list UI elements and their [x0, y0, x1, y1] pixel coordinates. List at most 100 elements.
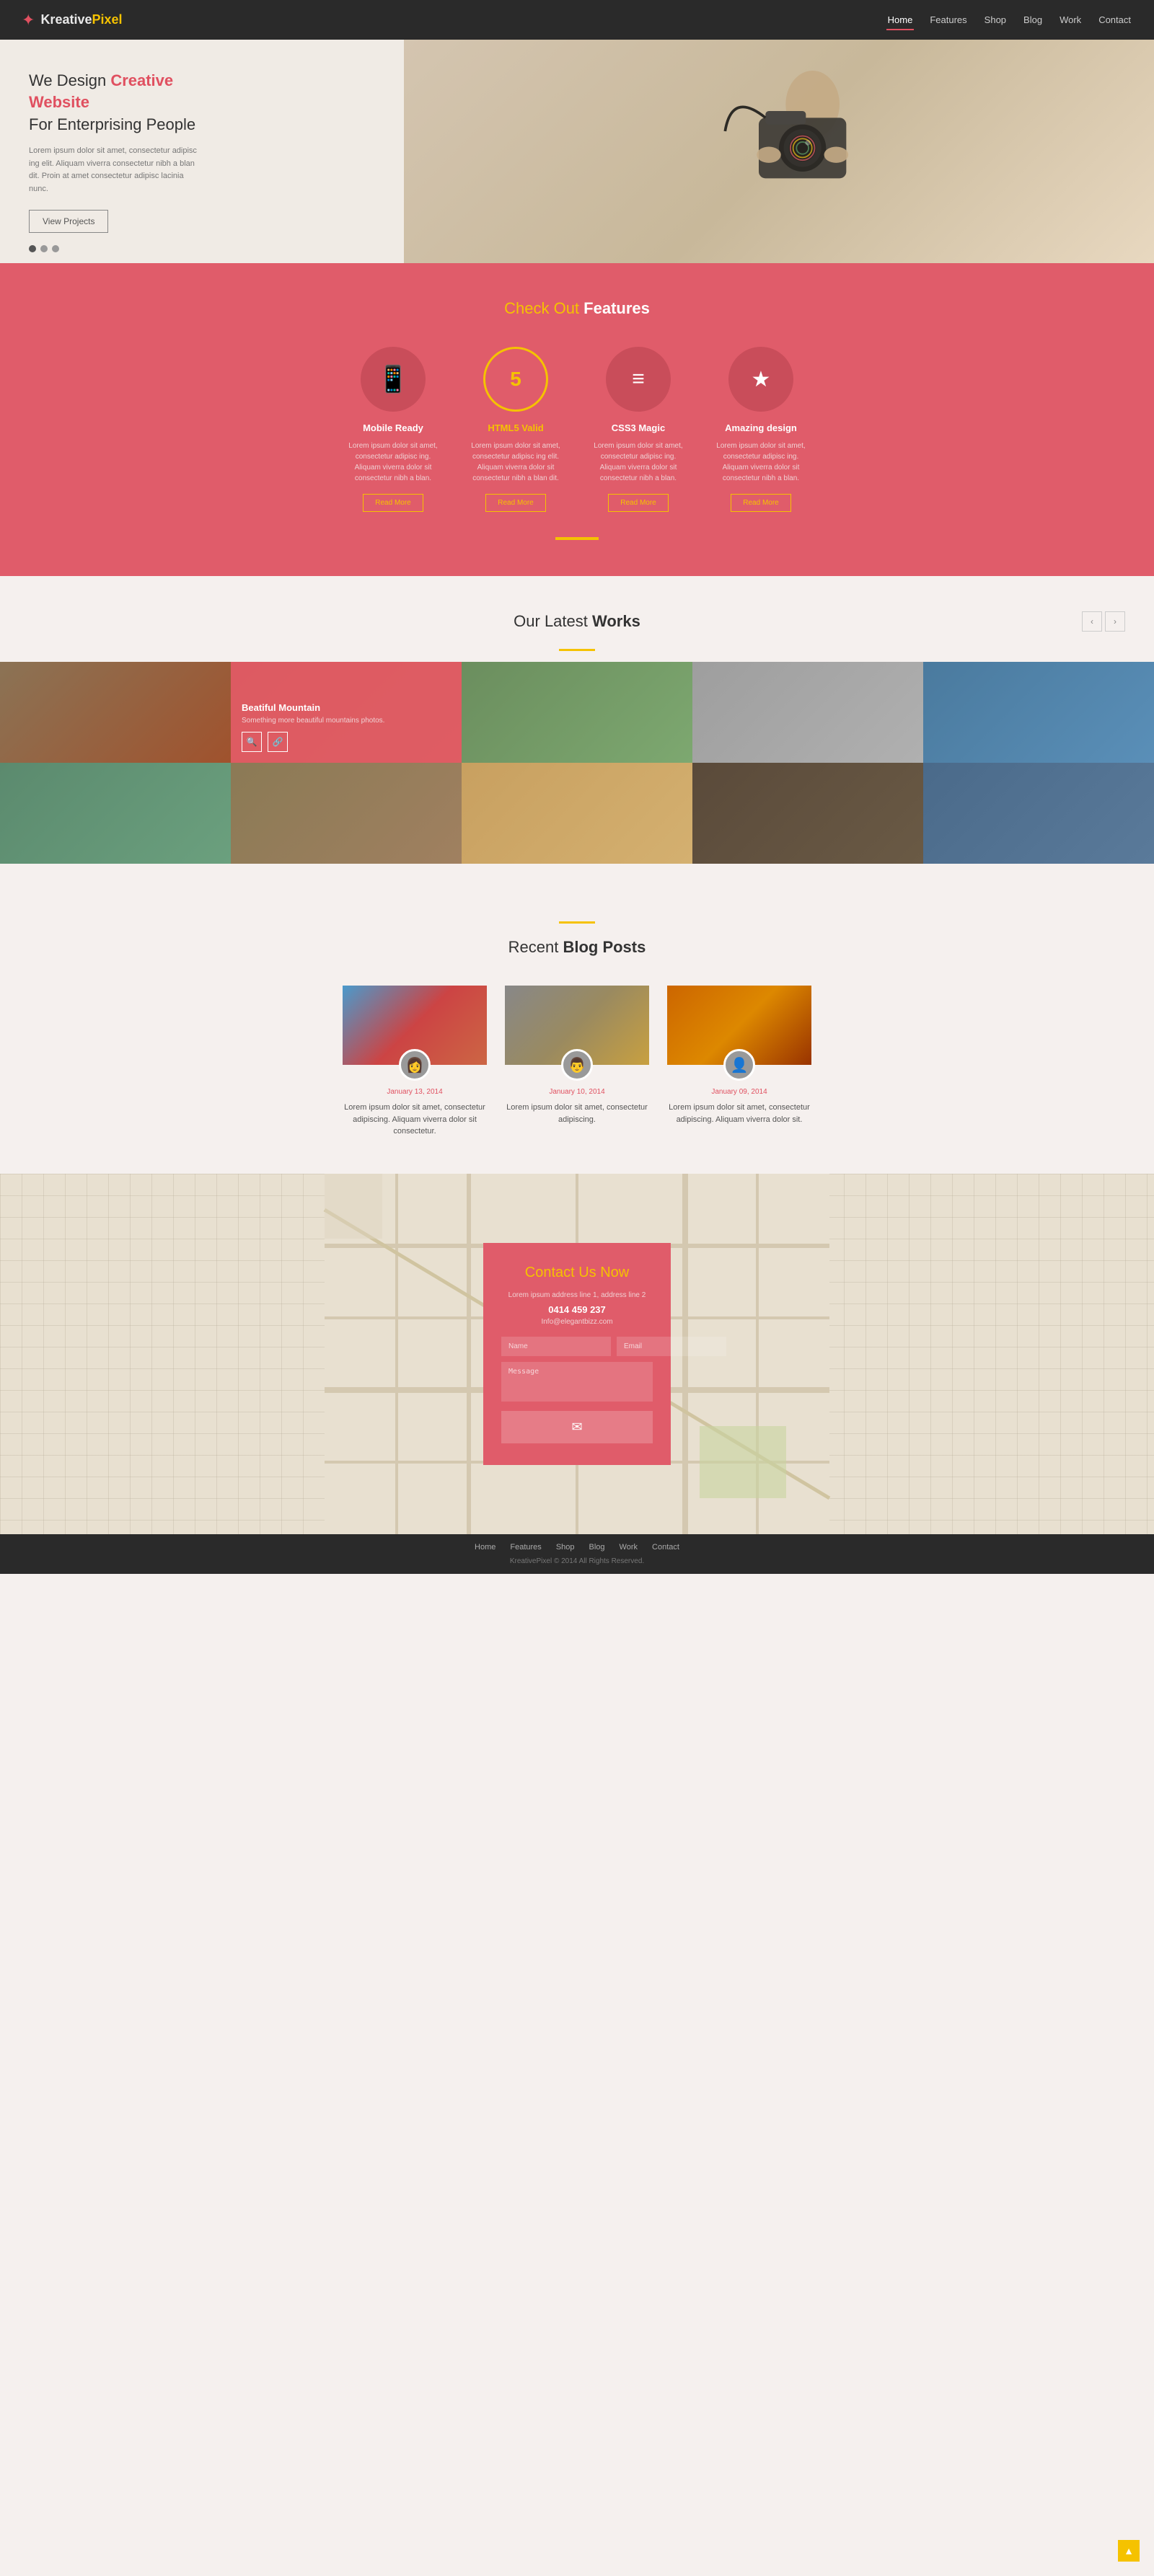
blog-card-1: 👩 January 13, 2014 Lorem ipsum dolor sit… [343, 986, 487, 1138]
blog-title-suffix: Blog Posts [563, 938, 646, 956]
blog-date-2: January 10, 2014 [505, 1088, 649, 1096]
nav-item-blog[interactable]: Blog [1022, 14, 1044, 25]
design-icon-circle: ★ [728, 347, 793, 412]
blog-avatar-1: 👩 [399, 1049, 431, 1081]
work-item-3[interactable] [462, 662, 692, 763]
nav-item-home[interactable]: Home [886, 14, 915, 25]
hero-description: Lorem ipsum dolor sit amet, consectetur … [29, 145, 202, 195]
logo-icon: ✦ [22, 11, 35, 30]
work-item-7[interactable] [231, 763, 462, 864]
works-next-button[interactable]: › [1105, 611, 1125, 632]
work-link-button-2[interactable]: 🔗 [268, 732, 288, 752]
nav-item-contact[interactable]: Contact [1097, 14, 1132, 25]
work-overlay-icons-2: 🔍 🔗 [242, 732, 451, 752]
blog-card-2: 👨 January 10, 2014 Lorem ipsum dolor sit… [505, 986, 649, 1138]
footer-nav-contact[interactable]: Contact [652, 1543, 679, 1552]
works-header: Our Latest Works ‹ › [0, 612, 1154, 631]
hero-camera-svg [678, 50, 880, 252]
blog-card-3: 👤 January 09, 2014 Lorem ipsum dolor sit… [667, 986, 811, 1138]
contact-name-input[interactable] [501, 1337, 611, 1356]
work-item-9[interactable] [692, 763, 923, 864]
contact-submit-button[interactable]: ✉ [501, 1411, 653, 1443]
footer-nav-features[interactable]: Features [510, 1543, 541, 1552]
work-overlay-2: Beatiful Mountain Something more beautif… [231, 662, 462, 763]
work-item-10[interactable] [923, 763, 1154, 864]
logo[interactable]: ✦ KreativePixel [22, 11, 123, 30]
works-title: Our Latest Works [514, 612, 640, 631]
nav-menu: Home Features Shop Blog Work Contact [886, 14, 1132, 25]
blog-avatar-2: 👨 [561, 1049, 593, 1081]
feature-card-html5: 5 HTML5 Valid Lorem ipsum dolor sit amet… [465, 347, 566, 512]
work-item-8[interactable] [462, 763, 692, 864]
feature-card-mobile: 📱 Mobile Ready Lorem ipsum dolor sit ame… [343, 347, 444, 512]
work-search-button-2[interactable]: 🔍 [242, 732, 262, 752]
design-icon: ★ [752, 367, 771, 392]
hero-title-prefix: We Design [29, 71, 110, 89]
feature-card-design: ★ Amazing design Lorem ipsum dolor sit a… [710, 347, 811, 512]
contact-card: Contact Us Now Lorem ipsum address line … [483, 1243, 671, 1465]
work-item-4[interactable] [692, 662, 923, 763]
css3-icon: ≡ [632, 367, 645, 391]
view-projects-button[interactable]: View Projects [29, 210, 108, 233]
works-grid: Beatiful Mountain Something more beautif… [0, 662, 1154, 864]
footer-nav-work[interactable]: Work [620, 1543, 638, 1552]
work-item-6[interactable] [0, 763, 231, 864]
footer-nav-blog[interactable]: Blog [589, 1543, 605, 1552]
logo-pixel: Pixel [92, 12, 122, 27]
hero-content: We Design Creative Website For Enterpris… [0, 41, 231, 262]
css3-icon-circle: ≡ [606, 347, 671, 412]
feature-desc-css3: Lorem ipsum dolor sit amet, consectetur … [588, 441, 689, 484]
feature-title-design: Amazing design [710, 422, 811, 433]
work-item-1[interactable] [0, 662, 231, 763]
features-grid: 📱 Mobile Ready Lorem ipsum dolor sit ame… [29, 347, 1125, 512]
blog-date-1: January 13, 2014 [343, 1088, 487, 1096]
nav-item-features[interactable]: Features [928, 14, 968, 25]
nav-item-shop[interactable]: Shop [983, 14, 1008, 25]
nav-link-features[interactable]: Features [928, 11, 968, 29]
works-prev-button[interactable]: ‹ [1082, 611, 1102, 632]
feature-btn-html5[interactable]: Read More [485, 494, 545, 512]
works-section: Our Latest Works ‹ › Beatiful Mountain S… [0, 576, 1154, 885]
nav-link-contact[interactable]: Contact [1097, 11, 1132, 29]
feature-btn-mobile[interactable]: Read More [363, 494, 423, 512]
contact-form: ✉ [501, 1337, 653, 1443]
blog-grid: 👩 January 13, 2014 Lorem ipsum dolor sit… [29, 986, 1125, 1138]
blog-title-prefix: Recent [508, 938, 563, 956]
footer-copyright: KreativePixel © 2014 All Rights Reserved… [29, 1557, 1125, 1565]
works-title-suffix: Works [592, 612, 640, 630]
html5-icon: 5 [510, 368, 521, 391]
work-item-2[interactable]: Beatiful Mountain Something more beautif… [231, 662, 462, 763]
contact-message-textarea[interactable] [501, 1362, 653, 1402]
blog-avatar-3: 👤 [723, 1049, 755, 1081]
footer-nav-shop[interactable]: Shop [556, 1543, 575, 1552]
works-yellow-line [559, 649, 595, 651]
contact-email-input[interactable] [617, 1337, 726, 1356]
feature-card-css3: ≡ CSS3 Magic Lorem ipsum dolor sit amet,… [588, 347, 689, 512]
blog-header: Recent Blog Posts [29, 921, 1125, 957]
nav-item-work[interactable]: Work [1058, 14, 1083, 25]
footer-nav-home[interactable]: Home [475, 1543, 495, 1552]
contact-section: Contact Us Now Lorem ipsum address line … [0, 1174, 1154, 1534]
work-item-5[interactable] [923, 662, 1154, 763]
nav-link-work[interactable]: Work [1058, 11, 1083, 29]
contact-phone: 0414 459 237 [501, 1304, 653, 1315]
feature-btn-css3[interactable]: Read More [608, 494, 668, 512]
nav-link-shop[interactable]: Shop [983, 11, 1008, 29]
contact-email: Info@elegantbizz.com [501, 1318, 653, 1326]
feature-desc-design: Lorem ipsum dolor sit amet, consectetur … [710, 441, 811, 484]
scroll-top-button[interactable]: ▲ [1118, 2540, 1140, 2562]
features-title: Check Out Features [29, 299, 1125, 318]
works-title-prefix: Our Latest [514, 612, 592, 630]
works-navigation: ‹ › [1082, 611, 1125, 632]
footer-nav: Home Features Shop Blog Work Contact [29, 1543, 1125, 1552]
hero-image [404, 40, 1154, 263]
feature-btn-design[interactable]: Read More [731, 494, 790, 512]
work-overlay-title-2: Beatiful Mountain [242, 702, 451, 713]
nav-link-home[interactable]: Home [886, 11, 915, 30]
feature-title-css3: CSS3 Magic [588, 422, 689, 433]
blog-date-3: January 09, 2014 [667, 1088, 811, 1096]
nav-link-blog[interactable]: Blog [1022, 11, 1044, 29]
mobile-icon: 📱 [377, 364, 410, 394]
blog-text-1: Lorem ipsum dolor sit amet, consectetur … [343, 1102, 487, 1138]
footer: Home Features Shop Blog Work Contact Kre… [0, 1534, 1154, 1574]
